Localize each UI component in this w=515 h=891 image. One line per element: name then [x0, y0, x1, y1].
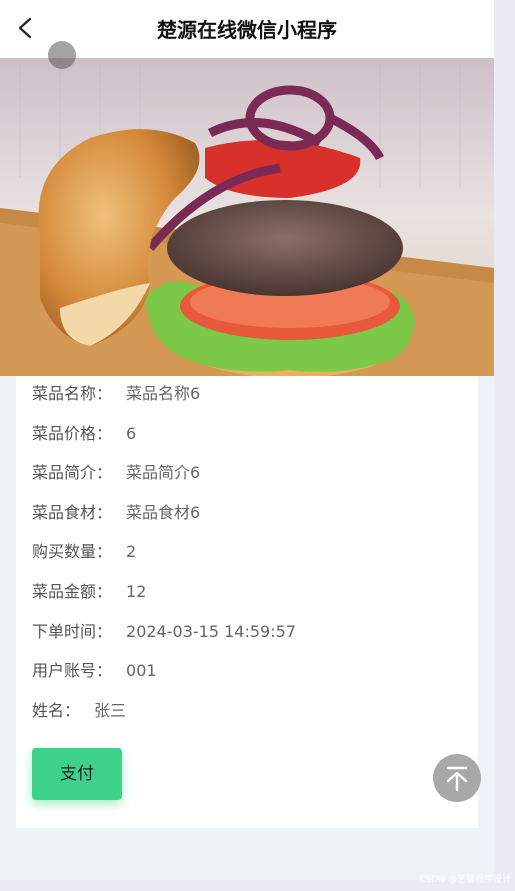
back-to-top-icon: [446, 766, 468, 792]
detail-label: 菜品金额：: [32, 582, 113, 601]
detail-value: 2024-03-15 14:59:57: [126, 622, 296, 641]
back-to-top-button[interactable]: [433, 754, 481, 802]
detail-label: 购买数量：: [32, 542, 113, 561]
detail-value: 12: [126, 582, 147, 601]
detail-label: 姓名：: [32, 701, 81, 720]
detail-row-quantity: 购买数量： 2: [32, 540, 136, 564]
detail-value: 6: [126, 424, 137, 443]
detail-row-dish-intro: 菜品简介： 菜品简介6: [32, 461, 200, 485]
detail-row-name: 姓名： 张三: [32, 699, 126, 723]
detail-row-user-account: 用户账号： 001: [32, 659, 157, 683]
detail-row-ingredients: 菜品食材： 菜品食材6: [32, 501, 200, 525]
detail-row-order-time: 下单时间： 2024-03-15 14:59:57: [32, 620, 296, 644]
order-detail-card: 菜品名称： 菜品名称6 菜品价格： 6 菜品简介： 菜品简介6 菜品食材： 菜品食材6 …: [16, 376, 478, 828]
detail-value: 菜品简介6: [126, 463, 201, 482]
pay-button[interactable]: 支付: [32, 748, 122, 800]
detail-label: 菜品简介：: [32, 463, 113, 482]
detail-value: 菜品食材6: [126, 503, 201, 522]
detail-row-dish-name: 菜品名称： 菜品名称6: [32, 382, 200, 406]
detail-value: 菜品名称6: [126, 384, 201, 403]
detail-value: 001: [126, 661, 157, 680]
phone-screen: 楚源在线微信小程序 菜品名称： 菜品名称6 菜品价格： 6 菜品简介： 菜品简介…: [0, 0, 494, 880]
detail-label: 菜品价格：: [32, 424, 113, 443]
detail-label: 用户账号：: [32, 661, 113, 680]
dish-image: [0, 58, 494, 376]
detail-row-amount: 菜品金额： 12: [32, 580, 146, 604]
detail-value: 张三: [94, 701, 127, 720]
floating-dot: [48, 41, 76, 69]
detail-value: 2: [126, 542, 137, 561]
page-title: 楚源在线微信小程序: [157, 18, 337, 42]
watermark: CSDN @艺馨程序设计: [419, 875, 511, 885]
detail-label: 菜品名称：: [32, 384, 113, 403]
detail-label: 下单时间：: [32, 622, 113, 641]
detail-row-dish-price: 菜品价格： 6: [32, 422, 136, 446]
detail-label: 菜品食材：: [32, 503, 113, 522]
